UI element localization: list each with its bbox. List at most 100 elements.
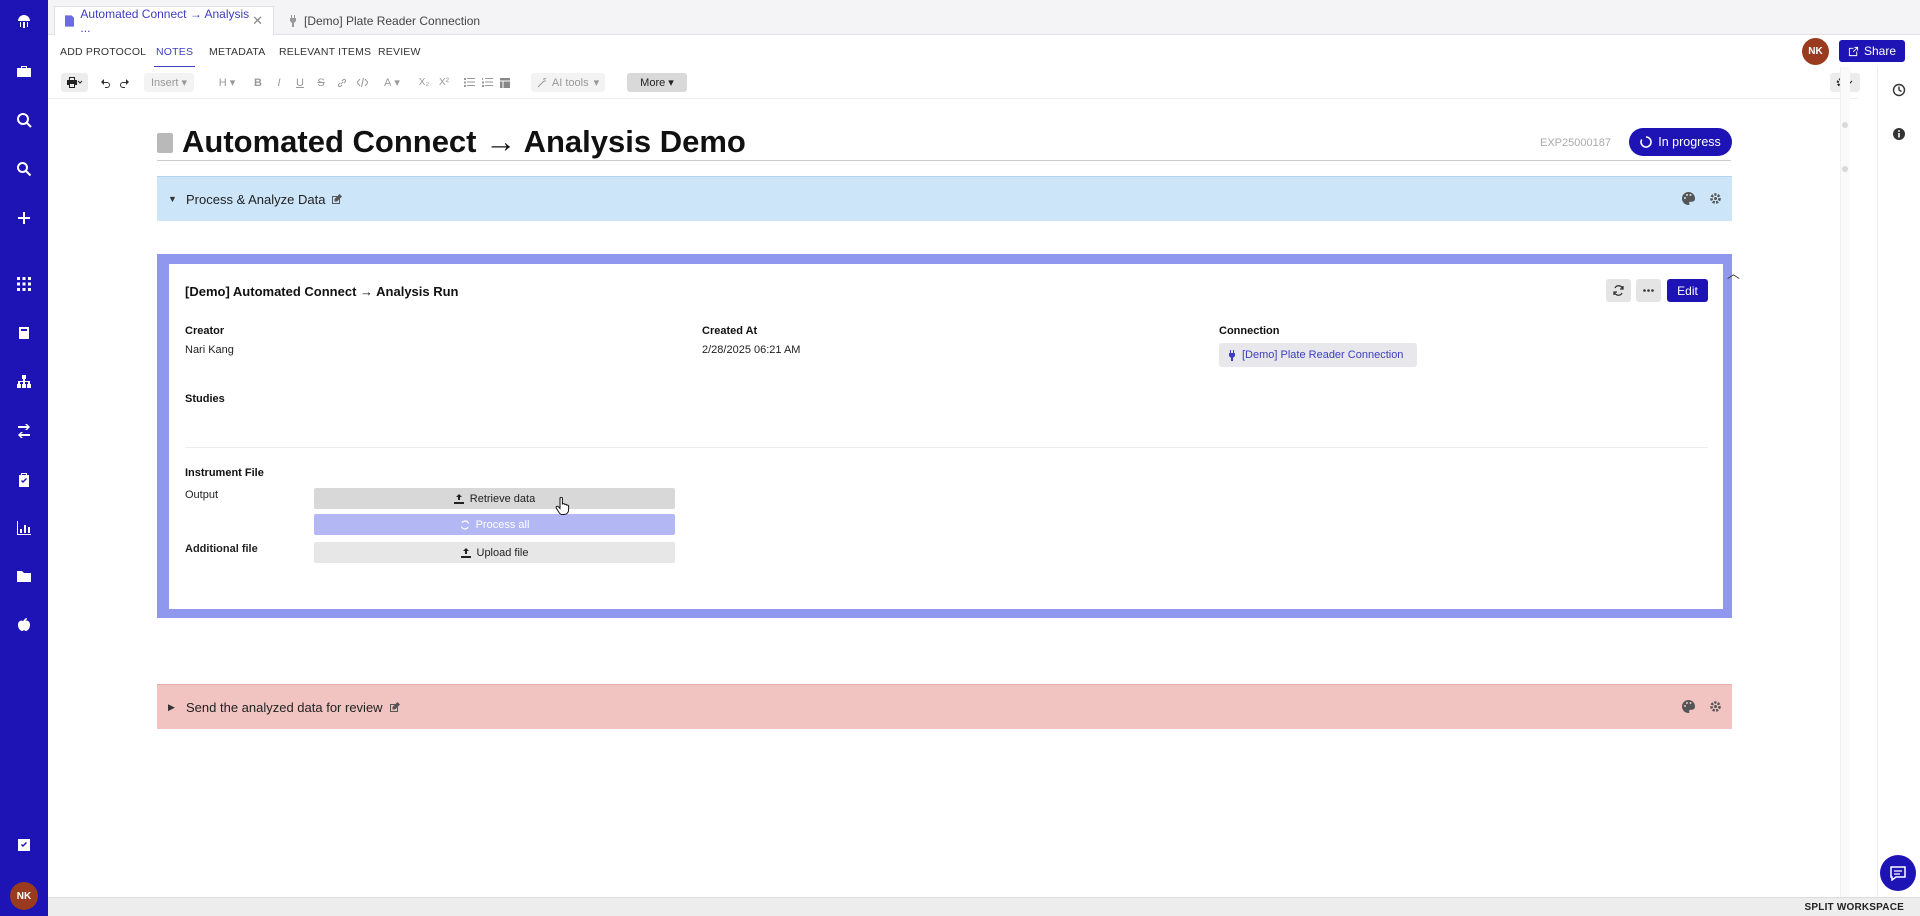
- upload-file-button[interactable]: Upload file: [314, 542, 675, 563]
- superscript-button[interactable]: X²: [436, 73, 452, 92]
- database-icon[interactable]: [14, 323, 34, 343]
- user-avatar[interactable]: NK: [10, 882, 38, 910]
- bottom-bar: SPLIT WORKSPACE: [48, 897, 1920, 916]
- nav-review[interactable]: REVIEW: [378, 46, 421, 58]
- caret-right-icon[interactable]: ▶: [168, 702, 178, 713]
- table-button[interactable]: [498, 73, 512, 92]
- split-workspace-button[interactable]: SPLIT WORKSPACE: [1805, 902, 1904, 913]
- title-divider: [157, 160, 1731, 161]
- nav-add-protocol[interactable]: ADD PROTOCOL: [60, 46, 146, 58]
- bullet-list-button[interactable]: [462, 73, 476, 92]
- upload-icon: [460, 547, 471, 558]
- numbered-list-button[interactable]: [480, 73, 494, 92]
- link-button[interactable]: [335, 73, 349, 92]
- external-link-icon: [1848, 46, 1859, 56]
- process-all-label: Process all: [475, 518, 530, 531]
- nav-relevant-items[interactable]: RELEVANT ITEMS: [279, 46, 371, 58]
- tab-experiment-label: Automated Connect → Analysis ...: [80, 7, 250, 35]
- more-dropdown[interactable]: More ▾: [627, 73, 687, 92]
- status-label: In progress: [1658, 135, 1721, 149]
- studies-label: Studies: [185, 393, 225, 405]
- plug-icon: [1229, 349, 1235, 361]
- add-icon[interactable]: [14, 208, 34, 228]
- progress-circle-icon: [1640, 136, 1652, 148]
- redo-button[interactable]: [116, 73, 132, 92]
- text-color-dropdown[interactable]: A ▾: [378, 73, 406, 92]
- app-root: NK Automated Connect → Analysis ... ✕ [D…: [0, 0, 1920, 916]
- page-title[interactable]: Automated Connect → Analysis Demo: [182, 124, 746, 160]
- strikethrough-button[interactable]: S: [314, 73, 328, 92]
- plug-icon: [290, 14, 296, 27]
- chat-button[interactable]: [1880, 855, 1916, 891]
- additional-file-label: Additional file: [185, 543, 258, 555]
- underline-button[interactable]: U: [293, 73, 307, 92]
- connection-link[interactable]: [Demo] Plate Reader Connection: [1219, 343, 1417, 367]
- edit-icon[interactable]: [331, 193, 343, 205]
- outline-marker[interactable]: [1842, 166, 1848, 172]
- document-icon: [157, 133, 173, 153]
- caret-down-icon[interactable]: ▼: [168, 194, 178, 204]
- undo-button[interactable]: [98, 73, 114, 92]
- share-button[interactable]: Share: [1839, 40, 1905, 62]
- user-avatar-top[interactable]: NK: [1802, 38, 1829, 65]
- activity-search-icon[interactable]: [14, 110, 34, 130]
- more-options-button[interactable]: [1636, 279, 1661, 302]
- nav-metadata[interactable]: METADATA: [209, 46, 265, 58]
- numbered-list-icon: [481, 78, 493, 87]
- heading-dropdown[interactable]: H ▾: [213, 73, 241, 92]
- section-process-analyze[interactable]: ▼ Process & Analyze Data: [157, 176, 1732, 221]
- tasks-check-icon[interactable]: [14, 835, 34, 855]
- creator-label: Creator: [185, 325, 225, 337]
- palette-icon[interactable]: [1682, 700, 1695, 713]
- output-label: Output: [185, 489, 219, 501]
- italic-button[interactable]: I: [272, 73, 286, 92]
- apps-grid-icon[interactable]: [14, 274, 34, 294]
- briefcase-icon[interactable]: [14, 61, 34, 81]
- code-button[interactable]: [355, 73, 369, 92]
- insert-dropdown[interactable]: Insert ▾: [144, 73, 194, 92]
- chart-icon[interactable]: [14, 518, 34, 538]
- hierarchy-icon[interactable]: [14, 372, 34, 392]
- ai-tools-label: AI tools: [551, 76, 589, 89]
- ellipsis-icon: [1643, 289, 1654, 292]
- vertical-scrollbar[interactable]: [1840, 67, 1850, 897]
- share-label: Share: [1863, 44, 1897, 58]
- tab-bar: Automated Connect → Analysis ... ✕ [Demo…: [48, 0, 1920, 35]
- subscript-button[interactable]: X₂: [416, 73, 432, 92]
- tab-connection[interactable]: [Demo] Plate Reader Connection: [278, 6, 498, 35]
- apple-icon[interactable]: [14, 614, 34, 634]
- edit-icon[interactable]: [389, 701, 400, 713]
- refresh-button[interactable]: [1606, 279, 1631, 302]
- edit-run-button[interactable]: Edit: [1667, 279, 1708, 302]
- gear-icon[interactable]: [1709, 700, 1722, 713]
- retrieve-data-label: Retrieve data: [469, 492, 536, 505]
- chevron-up-icon[interactable]: ︿: [1727, 263, 1740, 282]
- gear-icon[interactable]: [1709, 192, 1722, 205]
- close-icon[interactable]: ✕: [252, 13, 263, 29]
- connection-value: [Demo] Plate Reader Connection: [1242, 349, 1404, 361]
- bold-button[interactable]: B: [251, 73, 265, 92]
- creator-value: Nari Kang: [185, 344, 234, 356]
- nav-notes[interactable]: NOTES: [153, 46, 196, 68]
- ai-tools-dropdown[interactable]: AI tools ▾: [531, 73, 605, 92]
- code-icon: [356, 78, 368, 87]
- folder-icon[interactable]: [14, 566, 34, 586]
- tab-experiment[interactable]: Automated Connect → Analysis ... ✕: [54, 6, 274, 35]
- section-send-review[interactable]: ▶ Send the analyzed data for review: [157, 684, 1732, 729]
- history-icon[interactable]: [1892, 83, 1906, 97]
- status-button[interactable]: In progress: [1629, 128, 1732, 156]
- retrieve-data-button[interactable]: Retrieve data: [314, 488, 675, 509]
- clipboard-check-icon[interactable]: [14, 470, 34, 490]
- palette-icon[interactable]: [1682, 192, 1695, 205]
- left-sidebar: NK: [0, 0, 48, 916]
- document-icon: [65, 15, 75, 27]
- process-all-button[interactable]: Process all: [314, 514, 675, 535]
- info-icon[interactable]: [1892, 127, 1906, 141]
- search-icon[interactable]: [14, 159, 34, 179]
- jellyfish-logo-icon[interactable]: [14, 12, 34, 32]
- workflow-icon[interactable]: [14, 421, 34, 441]
- print-dropdown[interactable]: [61, 73, 88, 92]
- outline-marker[interactable]: [1842, 122, 1848, 128]
- experiment-id: EXP25000187: [1540, 137, 1611, 149]
- insert-label: Insert: [150, 76, 179, 89]
